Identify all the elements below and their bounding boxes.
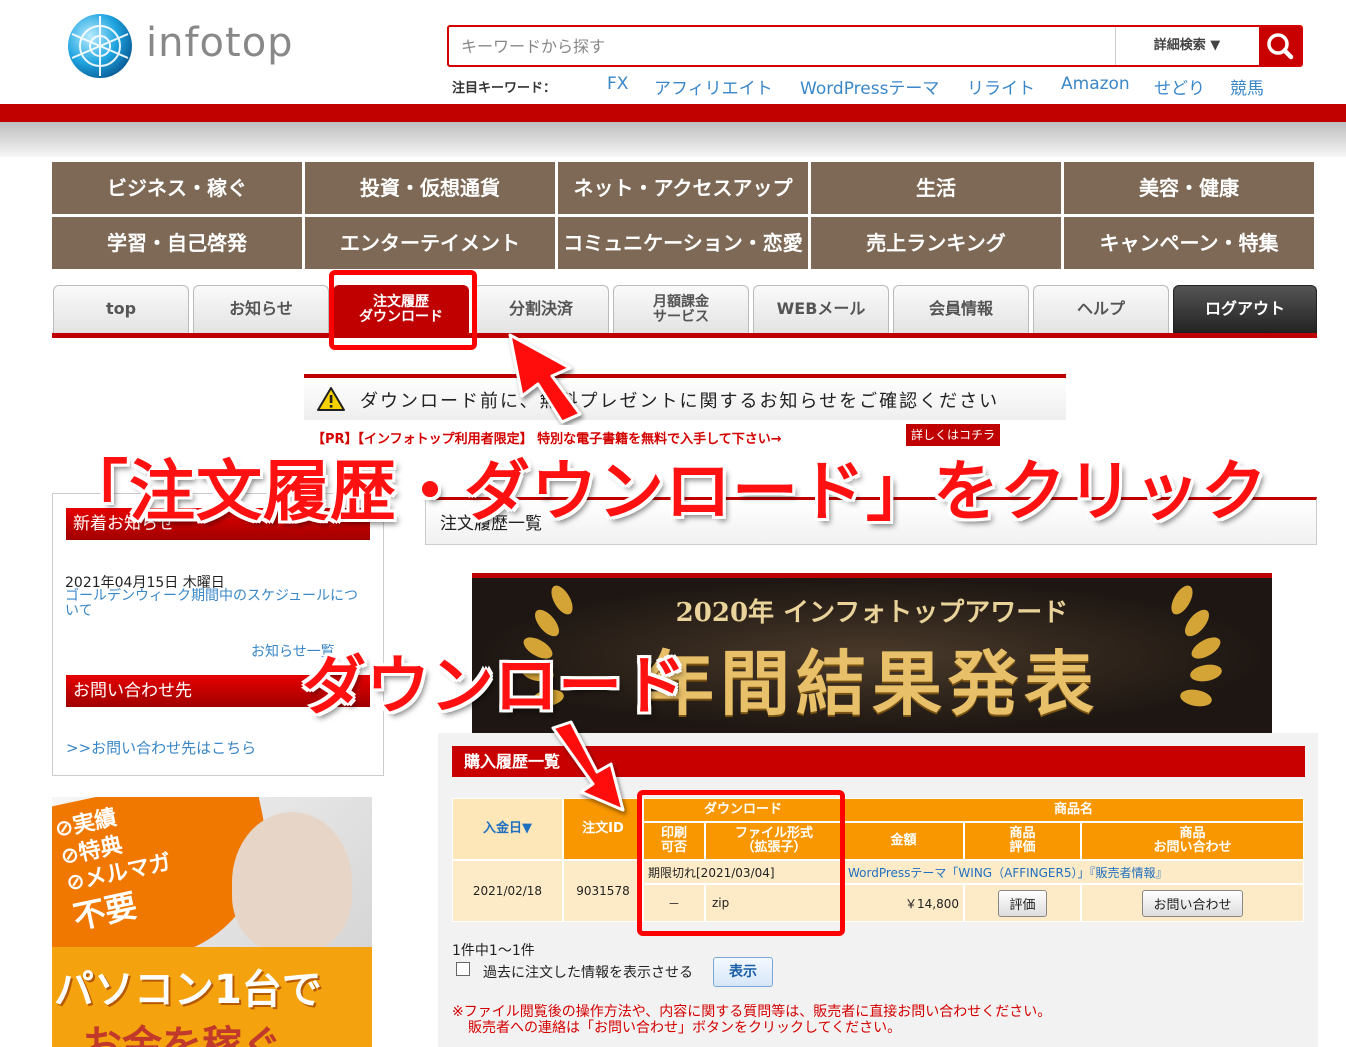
result-count: 1件中1〜1件 (452, 943, 535, 959)
category-learning[interactable]: 学習・自己啓発 (52, 217, 302, 269)
contact-link[interactable]: >>お問い合わせ先はこちら (66, 737, 256, 758)
cell-order-id: 9031578 (563, 860, 643, 922)
search-button[interactable] (1259, 27, 1301, 65)
site-logo[interactable]: infotop (66, 12, 298, 80)
header-gray-bar (0, 122, 1346, 157)
category-ranking[interactable]: 売上ランキング (811, 217, 1061, 269)
column-header-inquiry: 商品 お問い合わせ (1081, 822, 1304, 860)
warning-icon (317, 387, 345, 411)
logo-globe-icon (68, 14, 132, 78)
promo-text-2: お金を稼ぐ (82, 1023, 282, 1047)
keywords-label: 注目キーワード： (452, 81, 557, 96)
news-link[interactable]: ゴールデンウィーク期間中のスケジュールについて (65, 589, 365, 619)
arrow-down-icon (551, 720, 625, 812)
annotation-main-text: 「注文履歴・ダウンロード」をクリック (62, 453, 1268, 530)
arrow-up-icon (508, 333, 582, 424)
search-icon (1267, 33, 1294, 60)
tab-webmail[interactable]: WEBメール (753, 285, 889, 333)
annotation-download-text: ダウンロード (302, 650, 686, 724)
show-button[interactable]: 表示 (713, 957, 773, 987)
cell-amount: ￥14,800 (843, 884, 964, 922)
note-line-2: 販売者への連絡は「お問い合わせ」ボタンをクリックしてください。 (468, 1020, 902, 1037)
note-text: ※ファイル閲覧後の操作方法や、内容に関する質問等は、販売者に直接お問い合わせくだ… (452, 1004, 1051, 1036)
table-row: 2021/02/18 9031578 期限切れ[2021/03/04] Word… (452, 860, 1304, 922)
tab-help[interactable]: ヘルプ (1033, 285, 1169, 333)
keyword-link-rewrite[interactable]: リライト (967, 74, 1035, 99)
tab-top[interactable]: top (53, 285, 189, 333)
category-campaign[interactable]: キャンペーン・特集 (1064, 217, 1314, 269)
category-net-access[interactable]: ネット・アクセスアップ (558, 162, 808, 214)
cell-inquiry: お問い合わせ (1081, 884, 1304, 922)
note-line-1: ※ファイル閲覧後の操作方法や、内容に関する質問等は、販売者に直接お問い合わせくだ… (452, 1004, 1052, 1020)
highlight-box-download (637, 790, 845, 936)
tab-notice[interactable]: お知らせ (193, 285, 329, 333)
highlight-box-tab (329, 270, 477, 350)
column-header-product-name: 商品名 (843, 798, 1304, 822)
notice-text: ダウンロード前に、無料プレゼントに関するお知らせをご確認ください (360, 391, 1000, 412)
column-header-amount: 金額 (843, 822, 964, 860)
inquiry-button[interactable]: お問い合わせ (1142, 889, 1243, 917)
category-life[interactable]: 生活 (811, 162, 1061, 214)
download-notice[interactable]: ダウンロード前に、無料プレゼントに関するお知らせをご確認ください (304, 374, 1066, 420)
header-red-bar (0, 104, 1346, 122)
search-bar: 詳細検索 ▼ (447, 25, 1303, 67)
review-button[interactable]: 評価 (998, 889, 1047, 917)
banner-subtitle: 2020年 インフォトップアワード (675, 598, 1069, 628)
cell-date: 2021/02/18 (452, 860, 563, 922)
logout-button[interactable]: ログアウト (1173, 285, 1317, 333)
category-beauty[interactable]: 美容・健康 (1064, 162, 1314, 214)
tab-member-info[interactable]: 会員情報 (893, 285, 1029, 333)
search-input[interactable] (449, 27, 1139, 65)
keyword-link-sedori[interactable]: せどり (1154, 74, 1205, 99)
keyword-link-fx[interactable]: FX (607, 74, 628, 94)
keyword-link-affiliate[interactable]: アフィリエイト (654, 74, 773, 99)
promo-banner[interactable]: ⊘実績 ⊘特典 ⊘メルマガ 不要 パソコン1台で お金を稼ぐ (52, 797, 372, 1047)
tab-monthly-service[interactable]: 月額課金 サービス (613, 285, 749, 333)
category-investment[interactable]: 投資・仮想通貨 (305, 162, 555, 214)
category-communication[interactable]: コミュニケーション・恋愛 (558, 217, 808, 269)
promo-text: パソコン1台で (54, 967, 322, 1013)
category-business[interactable]: ビジネス・稼ぐ (52, 162, 302, 214)
keyword-link-keiba[interactable]: 競馬 (1230, 74, 1264, 99)
tab-installment[interactable]: 分割決済 (473, 285, 609, 333)
past-orders-checkbox[interactable] (456, 962, 470, 976)
cell-review: 評価 (964, 884, 1081, 922)
detail-search-dropdown[interactable]: 詳細検索 ▼ (1117, 27, 1257, 65)
tab-underline (52, 333, 1317, 338)
cell-product-link[interactable]: WordPressテーマ「WING（AFFINGER5）」『販売者情報』 (843, 860, 1304, 884)
promo-person-image (232, 812, 352, 952)
past-orders-label: 過去に注文した情報を表示させる (483, 965, 693, 981)
divider (1115, 27, 1116, 65)
column-header-review: 商品 評価 (964, 822, 1081, 860)
logo-text: infotop (146, 20, 294, 66)
keyword-link-wordpress[interactable]: WordPressテーマ (800, 74, 939, 99)
category-entertainment[interactable]: エンターテイメント (305, 217, 555, 269)
keyword-link-amazon[interactable]: Amazon (1061, 74, 1130, 94)
